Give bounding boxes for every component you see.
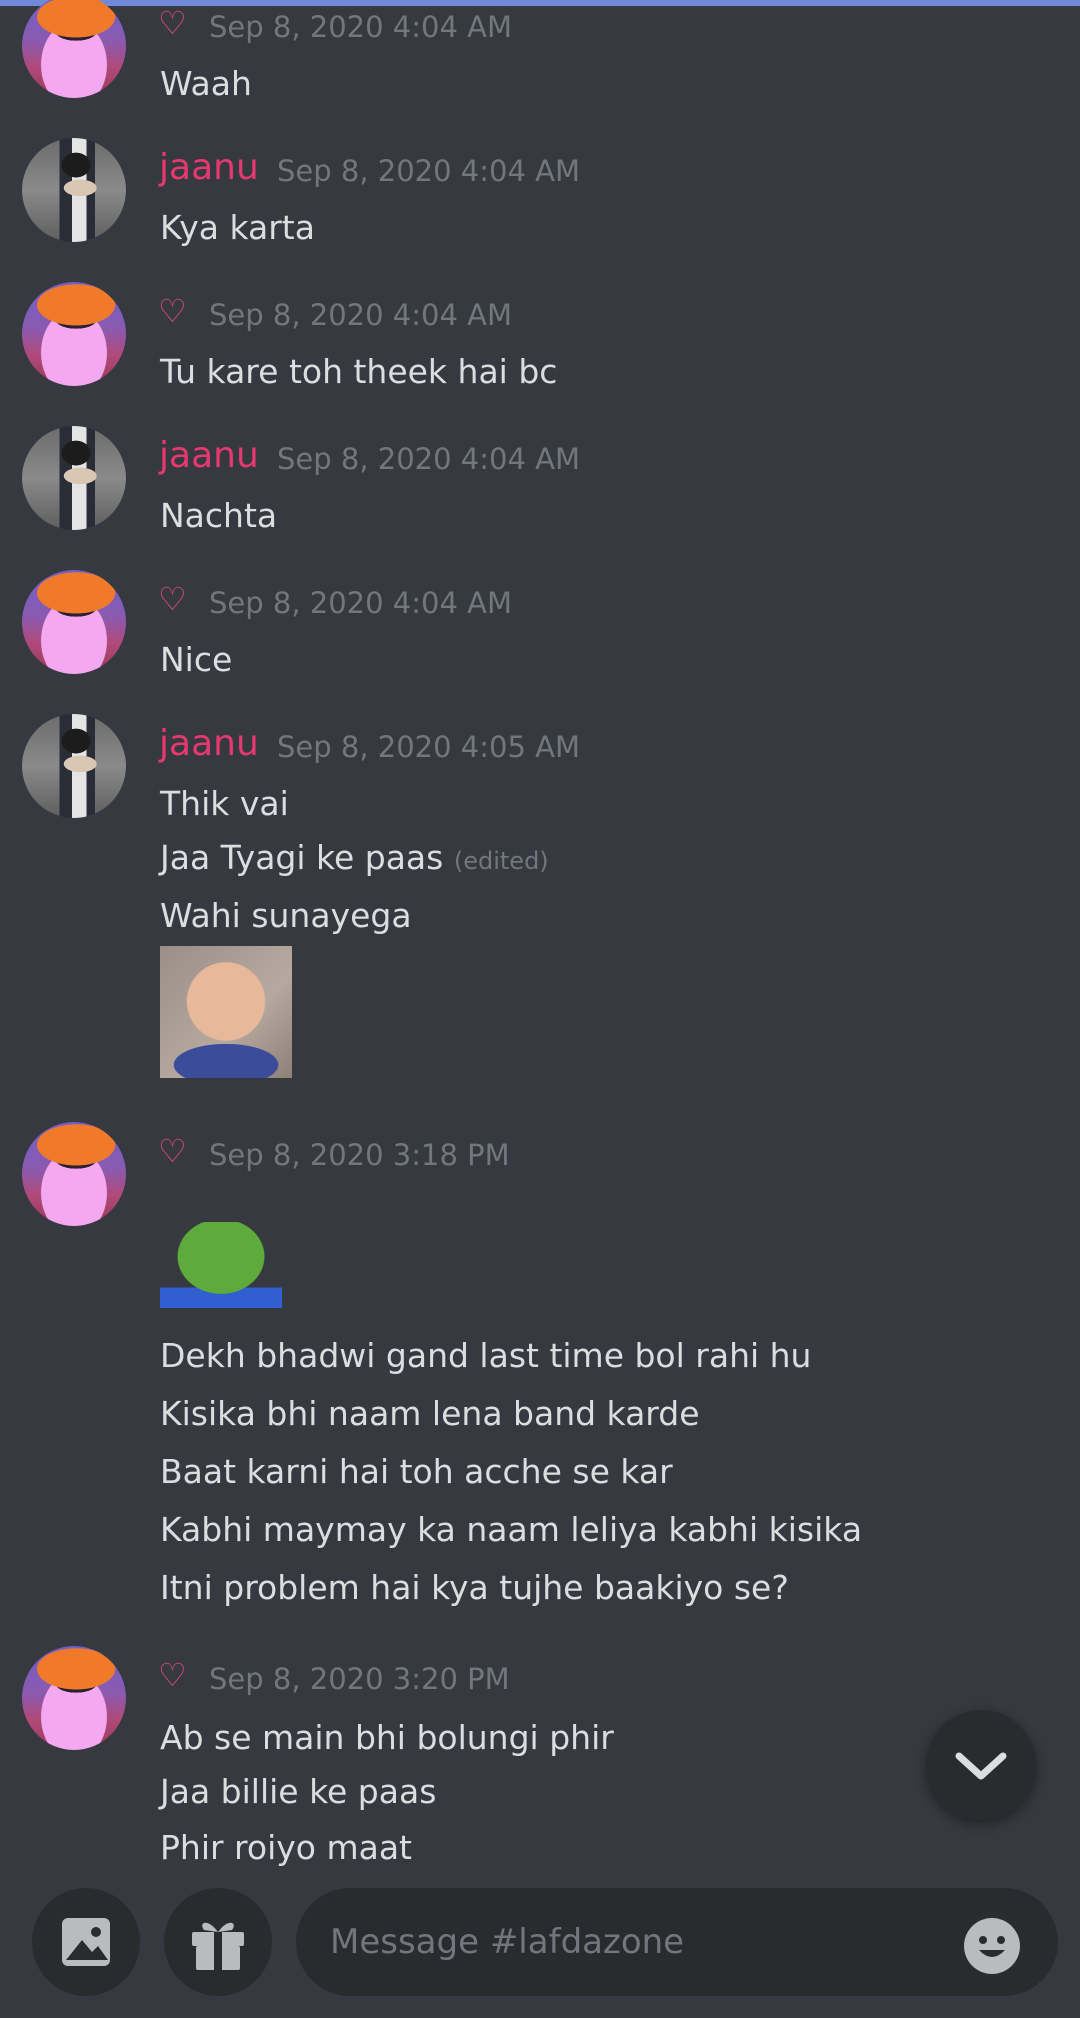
message-text: Kisika bhi naam lena band karde: [160, 1394, 700, 1433]
heart-outline-icon[interactable]: ♡: [158, 1658, 192, 1692]
gift-icon: [192, 1922, 244, 1970]
message-text: Phir roiyo maat: [160, 1828, 412, 1867]
avatar[interactable]: [22, 1646, 126, 1750]
message-timestamp: Sep 8, 2020 4:04 AM: [277, 442, 580, 476]
message-text: Wahi sunayega: [160, 896, 412, 935]
message-text: Tu kare toh theek hai bc: [160, 352, 558, 391]
message-timestamp: Sep 8, 2020 4:05 AM: [277, 730, 580, 764]
sticker-image[interactable]: [160, 946, 292, 1078]
emoji-button[interactable]: [962, 1916, 1022, 1976]
username[interactable]: jaanu: [159, 436, 259, 476]
message-timestamp: Sep 8, 2020 4:04 AM: [277, 154, 580, 188]
avatar[interactable]: [22, 0, 126, 98]
message-text: Jaa billie ke paas: [160, 1772, 437, 1811]
edited-label: (edited): [453, 847, 549, 875]
heart-outline-icon[interactable]: ♡: [158, 1134, 192, 1168]
message-text: Dekh bhadwi gand last time bol rahi hu: [160, 1336, 812, 1375]
avatar[interactable]: [22, 1122, 126, 1226]
avatar[interactable]: [22, 282, 126, 386]
message-timestamp: Sep 8, 2020 4:04 AM: [209, 298, 512, 332]
heart-outline-icon[interactable]: ♡: [158, 294, 192, 328]
avatar[interactable]: [22, 570, 126, 674]
message-text: Nice: [160, 640, 233, 679]
username[interactable]: jaanu: [159, 724, 259, 764]
chevron-down-icon: [955, 1752, 1007, 1780]
message-timestamp: Sep 8, 2020 4:04 AM: [209, 586, 512, 620]
avatar[interactable]: [22, 426, 126, 530]
avatar[interactable]: [22, 714, 126, 818]
heart-outline-icon[interactable]: ♡: [158, 6, 192, 40]
gift-button[interactable]: [164, 1888, 272, 1996]
message-text: Kya karta: [160, 208, 315, 247]
message-timestamp: Sep 8, 2020 3:18 PM: [209, 1138, 510, 1172]
scroll-to-bottom-button[interactable]: [926, 1710, 1036, 1820]
message-text: Jaa Tyagi ke paas (edited): [160, 838, 549, 881]
message-text-content: Jaa Tyagi ke paas: [160, 838, 444, 877]
message-input-placeholder: Message #lafdazone: [330, 1922, 685, 1962]
username[interactable]: jaanu: [159, 148, 259, 188]
message-timestamp: Sep 8, 2020 4:04 AM: [209, 10, 512, 44]
message-list[interactable]: ♡ Sep 8, 2020 4:04 AM Waah jaanu Sep 8, …: [0, 0, 1080, 1878]
message-text: Itni problem hai kya tujhe baakiyo se?: [160, 1568, 789, 1607]
image-icon: [62, 1918, 110, 1966]
message-text: Thik vai: [160, 784, 289, 823]
avatar[interactable]: [22, 138, 126, 242]
message-timestamp: Sep 8, 2020 3:20 PM: [209, 1662, 510, 1696]
emoji-sticker[interactable]: [160, 1222, 282, 1308]
smiley-icon: [964, 1918, 1020, 1974]
heart-outline-icon[interactable]: ♡: [158, 582, 192, 616]
message-text: Ab se main bhi bolungi phir: [160, 1718, 614, 1757]
message-text: Nachta: [160, 496, 278, 535]
message-text: Baat karni hai toh acche se kar: [160, 1452, 673, 1491]
attach-image-button[interactable]: [32, 1888, 140, 1996]
message-text: Kabhi maymay ka naam leliya kabhi kisika: [160, 1510, 863, 1549]
message-text: Waah: [160, 64, 252, 103]
